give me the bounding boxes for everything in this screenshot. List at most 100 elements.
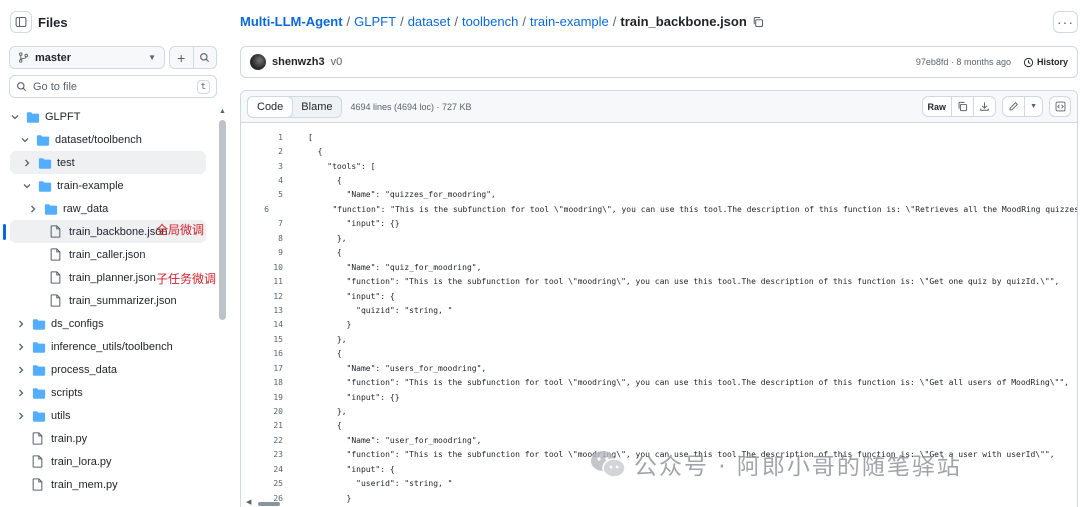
tab-blame[interactable]: Blame	[292, 97, 341, 117]
line-number[interactable]: 22	[241, 436, 283, 445]
tree-file[interactable]: train.py	[0, 427, 216, 450]
tree-folder[interactable]: process_data	[0, 358, 216, 381]
tree-file[interactable]: train_mem.py	[0, 473, 216, 496]
scrollbar-thumb[interactable]	[258, 502, 280, 506]
tree-folder[interactable]: utils	[0, 404, 216, 427]
tree-folder[interactable]: train-example	[0, 174, 216, 197]
line-content: }	[308, 320, 352, 330]
line-number[interactable]: 4	[241, 176, 283, 185]
copy-raw-button[interactable]	[951, 97, 973, 116]
commit-author[interactable]: shenwzh3	[272, 56, 325, 68]
line-number[interactable]: 12	[241, 292, 283, 301]
tree-folder[interactable]: test	[10, 151, 206, 174]
folder-icon	[38, 180, 52, 192]
tree-file[interactable]: train_summarizer.json	[0, 289, 216, 312]
tree-item-label: raw_data	[63, 202, 109, 215]
tree-item-label: train_summarizer.json	[69, 294, 177, 307]
branch-selector[interactable]: master ▼	[9, 46, 165, 69]
breadcrumb-link-glpft[interactable]: GLPFT	[354, 14, 396, 29]
edit-button[interactable]	[1003, 97, 1024, 116]
tree-file[interactable]: train_lora.py	[0, 450, 216, 473]
chevron-right-icon	[19, 343, 24, 350]
breadcrumb-link-dataset[interactable]: dataset	[408, 14, 451, 29]
line-number[interactable]: 13	[241, 306, 283, 315]
breadcrumb-link-toolbench[interactable]: toolbench	[462, 14, 518, 29]
line-number[interactable]: 6	[241, 205, 269, 214]
history-button[interactable]: History	[1023, 57, 1068, 68]
tab-code[interactable]: Code	[247, 95, 294, 118]
edit-dropdown-button[interactable]: ▼	[1024, 97, 1042, 116]
breadcrumb-repo-link[interactable]: Multi-LLM-Agent	[240, 14, 343, 29]
breadcrumb-separator: /	[346, 14, 351, 29]
line-number[interactable]: 19	[241, 393, 283, 402]
search-code-button[interactable]	[192, 47, 217, 68]
tree-folder[interactable]: dataset/toolbench	[0, 128, 216, 151]
avatar[interactable]	[250, 54, 266, 70]
raw-button[interactable]: Raw	[923, 97, 952, 116]
scroll-up-arrow[interactable]: ▲	[219, 108, 226, 115]
line-number[interactable]: 2	[241, 147, 283, 156]
tree-chevron[interactable]	[16, 343, 26, 351]
line-number[interactable]: 23	[241, 450, 283, 459]
line-number[interactable]: 9	[241, 248, 283, 257]
line-number[interactable]: 11	[241, 277, 283, 286]
horizontal-scrollbar[interactable]: ◀	[246, 498, 1076, 507]
tree-chevron[interactable]	[16, 412, 26, 420]
tree-chevron[interactable]	[20, 136, 30, 144]
tree-chevron[interactable]	[10, 113, 20, 121]
line-number[interactable]: 24	[241, 465, 283, 474]
tree-folder[interactable]: raw_data	[0, 197, 216, 220]
tree-folder[interactable]: ds_configs	[0, 312, 216, 335]
code-line: 19 "input": {}	[241, 390, 1077, 404]
line-number[interactable]: 3	[241, 162, 283, 171]
go-to-file-input[interactable]: Go to file t	[9, 75, 217, 98]
file-tree: GLPFT dataset/toolbench test train-example r…	[0, 105, 216, 496]
tree-folder[interactable]: inference_utils/toolbench	[0, 335, 216, 358]
breadcrumb-separator: /	[454, 14, 458, 29]
breadcrumb-link-train-example[interactable]: train-example	[530, 14, 609, 29]
commit-hash-time-text[interactable]: 97eb8fd · 8 months ago	[916, 57, 1011, 67]
tree-folder[interactable]: scripts	[0, 381, 216, 404]
file-icon	[50, 225, 61, 238]
line-number[interactable]: 7	[241, 219, 283, 228]
line-number[interactable]: 5	[241, 190, 283, 199]
line-number[interactable]: 18	[241, 378, 283, 387]
code-line: 4 {	[241, 173, 1077, 187]
line-number[interactable]: 8	[241, 234, 283, 243]
symbols-panel-button[interactable]	[1049, 96, 1071, 117]
line-number[interactable]: 21	[241, 421, 283, 430]
file-icon	[32, 432, 43, 445]
copy-path-button[interactable]	[752, 16, 764, 28]
code-line: 14 }	[241, 318, 1077, 332]
add-file-button[interactable]: +	[170, 47, 193, 68]
line-content: },	[308, 233, 347, 243]
download-button[interactable]	[973, 97, 995, 116]
tree-chevron[interactable]	[16, 366, 26, 374]
tree-file[interactable]: train_caller.json	[0, 243, 216, 266]
line-number[interactable]: 10	[241, 263, 283, 272]
more-options-button[interactable]: ···	[1053, 11, 1078, 33]
tree-chevron[interactable]	[22, 182, 32, 190]
file-icon-wrap	[50, 271, 64, 284]
tree-chevron[interactable]	[28, 205, 38, 213]
tree-folder[interactable]: GLPFT	[0, 105, 216, 128]
sidebar-title: Files	[38, 14, 68, 30]
file-viewer: Code Blame 4694 lines (4694 loc) · 727 K…	[240, 90, 1078, 507]
line-number[interactable]: 16	[241, 349, 283, 358]
line-number[interactable]: 1	[241, 133, 283, 142]
line-number[interactable]: 14	[241, 320, 283, 329]
tree-chevron[interactable]	[22, 159, 32, 167]
code-line: 6 "function": "This is the subfunction f…	[241, 202, 1077, 216]
collapse-sidebar-button[interactable]	[10, 11, 32, 33]
watermark: 公众号 · 阿郎小哥的随笔驿站	[590, 447, 962, 481]
tree-chevron[interactable]	[16, 320, 26, 328]
scroll-left-arrow[interactable]: ◀	[246, 498, 251, 506]
line-number[interactable]: 20	[241, 407, 283, 416]
commit-message[interactable]: v0	[331, 56, 343, 68]
chevron-right-icon	[31, 205, 36, 212]
sidebar-scrollbar[interactable]	[219, 120, 226, 320]
line-number[interactable]: 25	[241, 479, 283, 488]
line-number[interactable]: 17	[241, 364, 283, 373]
line-number[interactable]: 15	[241, 335, 283, 344]
tree-chevron[interactable]	[16, 389, 26, 397]
